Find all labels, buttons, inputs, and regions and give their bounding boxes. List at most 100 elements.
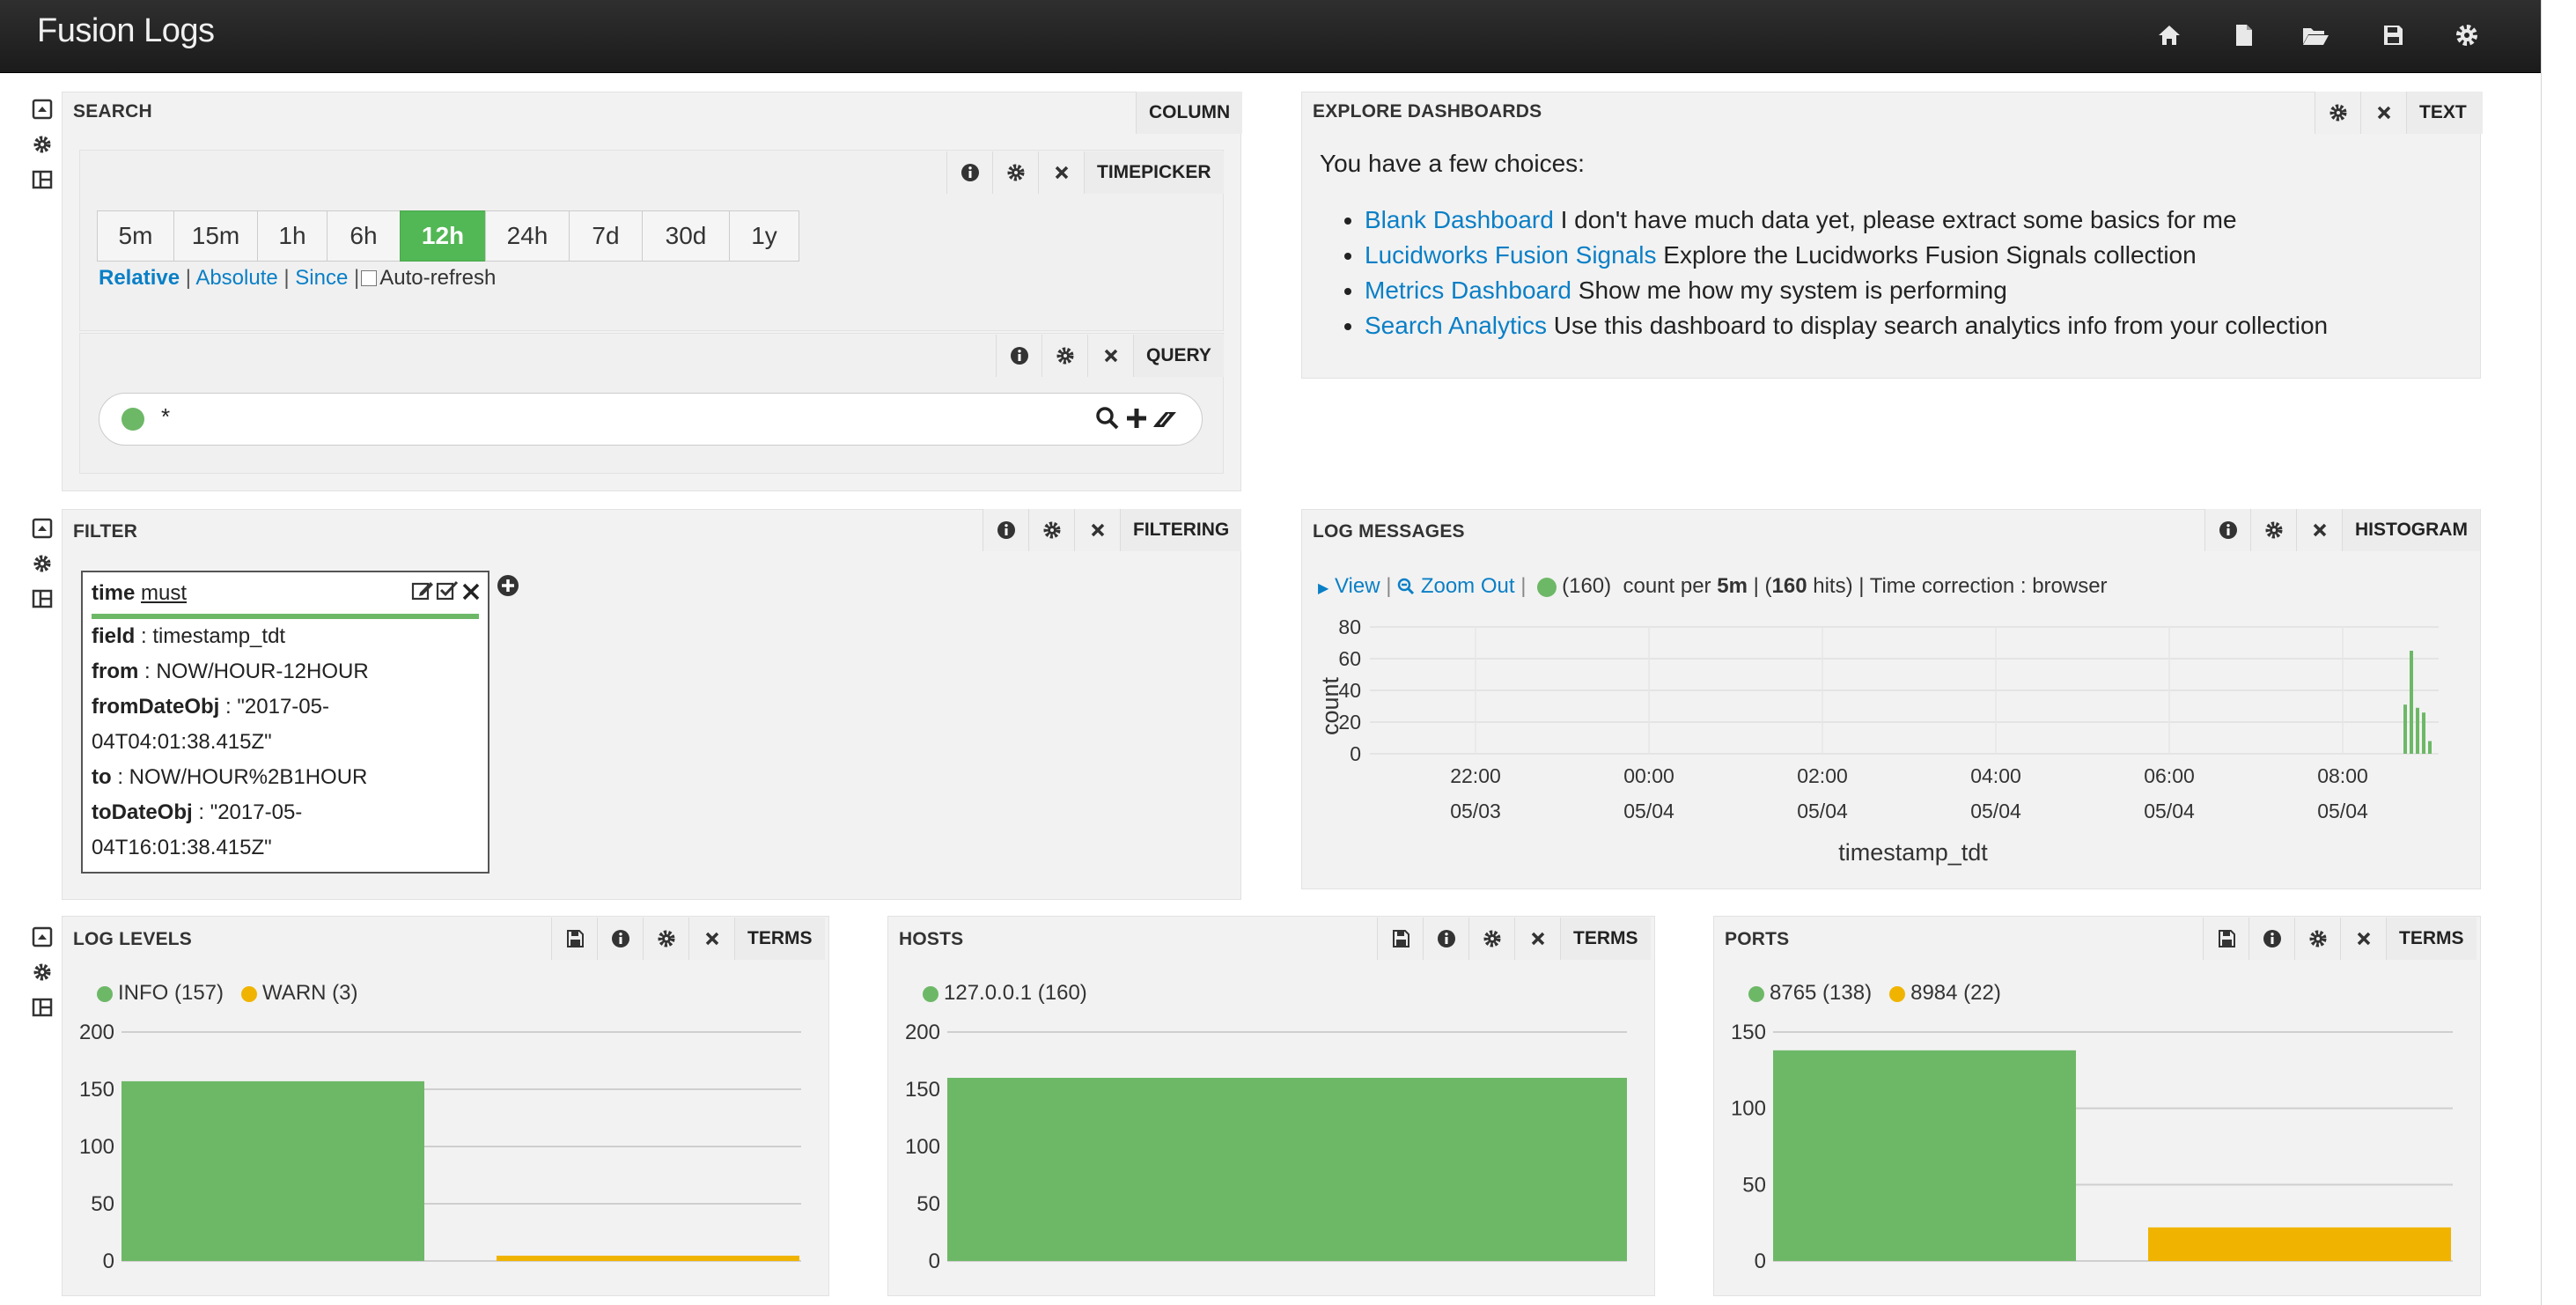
- row-add-panel-icon[interactable]: [30, 995, 55, 1020]
- query-color-dot[interactable]: [121, 408, 144, 431]
- row-add-panel-icon[interactable]: [30, 586, 55, 611]
- row-settings-icon[interactable]: [30, 551, 55, 576]
- series-count: (160): [1562, 574, 1612, 598]
- absolute-mode-link[interactable]: Absolute: [195, 266, 277, 290]
- time-button-1h[interactable]: 1h: [257, 210, 328, 262]
- close-icon[interactable]: [2296, 509, 2343, 551]
- fusion-signals-link[interactable]: Lucidworks Fusion Signals: [1365, 241, 1657, 269]
- row-settings-icon[interactable]: [30, 132, 55, 157]
- row-collapse-icon[interactable]: [30, 516, 55, 541]
- time-button-5m[interactable]: 5m: [97, 210, 174, 262]
- time-button-1y[interactable]: 1y: [729, 210, 799, 262]
- folder-open-icon[interactable]: [2298, 18, 2333, 53]
- row-collapse-icon[interactable]: [30, 97, 55, 122]
- remove-filter-icon[interactable]: [460, 578, 482, 602]
- legend-swatch[interactable]: [923, 985, 938, 1002]
- add-query-icon[interactable]: [1123, 405, 1150, 431]
- series-color-dot[interactable]: [1537, 577, 1557, 597]
- close-icon[interactable]: [1074, 509, 1121, 551]
- add-filter-icon[interactable]: [497, 574, 519, 597]
- relative-mode-link[interactable]: Relative: [99, 266, 180, 290]
- save-icon[interactable]: [2375, 18, 2410, 53]
- zoom-out-icon: [1397, 574, 1415, 598]
- filter-value: "2017-05-: [210, 800, 303, 824]
- save-icon[interactable]: [551, 918, 598, 960]
- info-icon[interactable]: [946, 151, 993, 194]
- settings-icon[interactable]: [1028, 509, 1075, 551]
- query-input[interactable]: [99, 393, 1203, 446]
- legend-item: WARN (3): [262, 981, 358, 1005]
- panel-type-label: COLUMN: [1136, 92, 1243, 134]
- query-text[interactable]: *: [161, 403, 170, 431]
- time-button-7d[interactable]: 7d: [569, 210, 643, 262]
- info-icon[interactable]: [996, 335, 1042, 377]
- caret-right-icon: ▶: [1318, 581, 1329, 596]
- gear-icon[interactable]: [2449, 18, 2484, 53]
- panel-type-label: TIMEPICKER: [1084, 151, 1224, 194]
- row-add-panel-icon[interactable]: [30, 167, 55, 192]
- view-menu[interactable]: ▶ View: [1318, 574, 1380, 598]
- count-per-label: count per: [1623, 574, 1711, 598]
- info-icon[interactable]: [1423, 918, 1469, 960]
- legend-swatch[interactable]: [1889, 985, 1906, 1002]
- auto-refresh-label: Auto-refresh: [379, 266, 497, 290]
- search-analytics-link[interactable]: Search Analytics: [1365, 312, 1547, 339]
- file-icon[interactable]: [2226, 18, 2261, 53]
- legend-swatch[interactable]: [1748, 985, 1764, 1002]
- x-tick-time: 22:00: [1450, 764, 1501, 787]
- bar: [947, 1078, 1627, 1261]
- time-button-24h[interactable]: 24h: [485, 210, 570, 262]
- info-icon[interactable]: [2204, 509, 2251, 551]
- metrics-dashboard-link[interactable]: Metrics Dashboard: [1365, 276, 1571, 304]
- filter-key: from: [92, 660, 139, 683]
- time-button-12h[interactable]: 12h: [400, 210, 486, 262]
- close-icon[interactable]: [688, 918, 735, 960]
- toggle-check-icon[interactable]: [435, 578, 460, 602]
- time-button-6h[interactable]: 6h: [327, 210, 401, 262]
- close-icon[interactable]: [1087, 335, 1134, 377]
- save-icon[interactable]: [2203, 918, 2249, 960]
- info-icon[interactable]: [597, 918, 644, 960]
- filter-mode-toggle[interactable]: must: [141, 581, 187, 605]
- legend-swatch[interactable]: [241, 985, 258, 1002]
- home-icon[interactable]: [2152, 18, 2187, 53]
- info-icon[interactable]: [983, 509, 1029, 551]
- view-label: View: [1334, 574, 1380, 598]
- settings-icon[interactable]: [643, 918, 689, 960]
- since-mode-link[interactable]: Since: [295, 266, 348, 290]
- time-button-15m[interactable]: 15m: [173, 210, 258, 262]
- settings-icon[interactable]: [2315, 92, 2361, 134]
- edit-icon[interactable]: [410, 578, 435, 602]
- time-button-30d[interactable]: 30d: [642, 210, 730, 262]
- info-icon[interactable]: [2248, 918, 2295, 960]
- close-icon[interactable]: [1038, 151, 1085, 194]
- close-icon[interactable]: [2360, 92, 2407, 134]
- save-icon[interactable]: [1377, 918, 1424, 960]
- settings-icon[interactable]: [2294, 918, 2341, 960]
- eraser-icon[interactable]: [1152, 405, 1180, 431]
- auto-refresh-checkbox[interactable]: [361, 270, 378, 286]
- x-tick-time: 04:00: [1970, 764, 2021, 787]
- panel-type-label: QUERY: [1133, 335, 1224, 377]
- filter-row: to : NOW/HOUR%2B1HOUR: [92, 765, 368, 789]
- panel-type-label: TERMS: [1560, 918, 1651, 960]
- y-tick-label: 0: [1350, 742, 1361, 765]
- app-title[interactable]: Fusion Logs: [37, 12, 215, 50]
- close-icon[interactable]: [2340, 918, 2387, 960]
- filter-row-continued: 04T16:01:38.415Z": [92, 836, 272, 859]
- time-range-buttons: 5m 15m 1h 6h 12h 24h 7d 30d 1y: [97, 210, 799, 262]
- settings-icon[interactable]: [2250, 509, 2297, 551]
- settings-icon[interactable]: [992, 151, 1039, 194]
- zoom-out-button[interactable]: Zoom Out: [1397, 574, 1515, 598]
- row-settings-icon[interactable]: [30, 960, 55, 984]
- search-icon[interactable]: [1094, 405, 1121, 431]
- time-correction-label: | Time correction : browser: [1858, 574, 2108, 598]
- settings-icon[interactable]: [1041, 335, 1088, 377]
- row-collapse-icon[interactable]: [30, 925, 55, 949]
- settings-icon[interactable]: [1468, 918, 1515, 960]
- blank-dashboard-link[interactable]: Blank Dashboard: [1365, 206, 1554, 233]
- histogram-bar: [2410, 651, 2413, 754]
- close-icon[interactable]: [1514, 918, 1561, 960]
- filter-card-header: time must: [92, 581, 187, 606]
- legend-swatch[interactable]: [97, 985, 113, 1002]
